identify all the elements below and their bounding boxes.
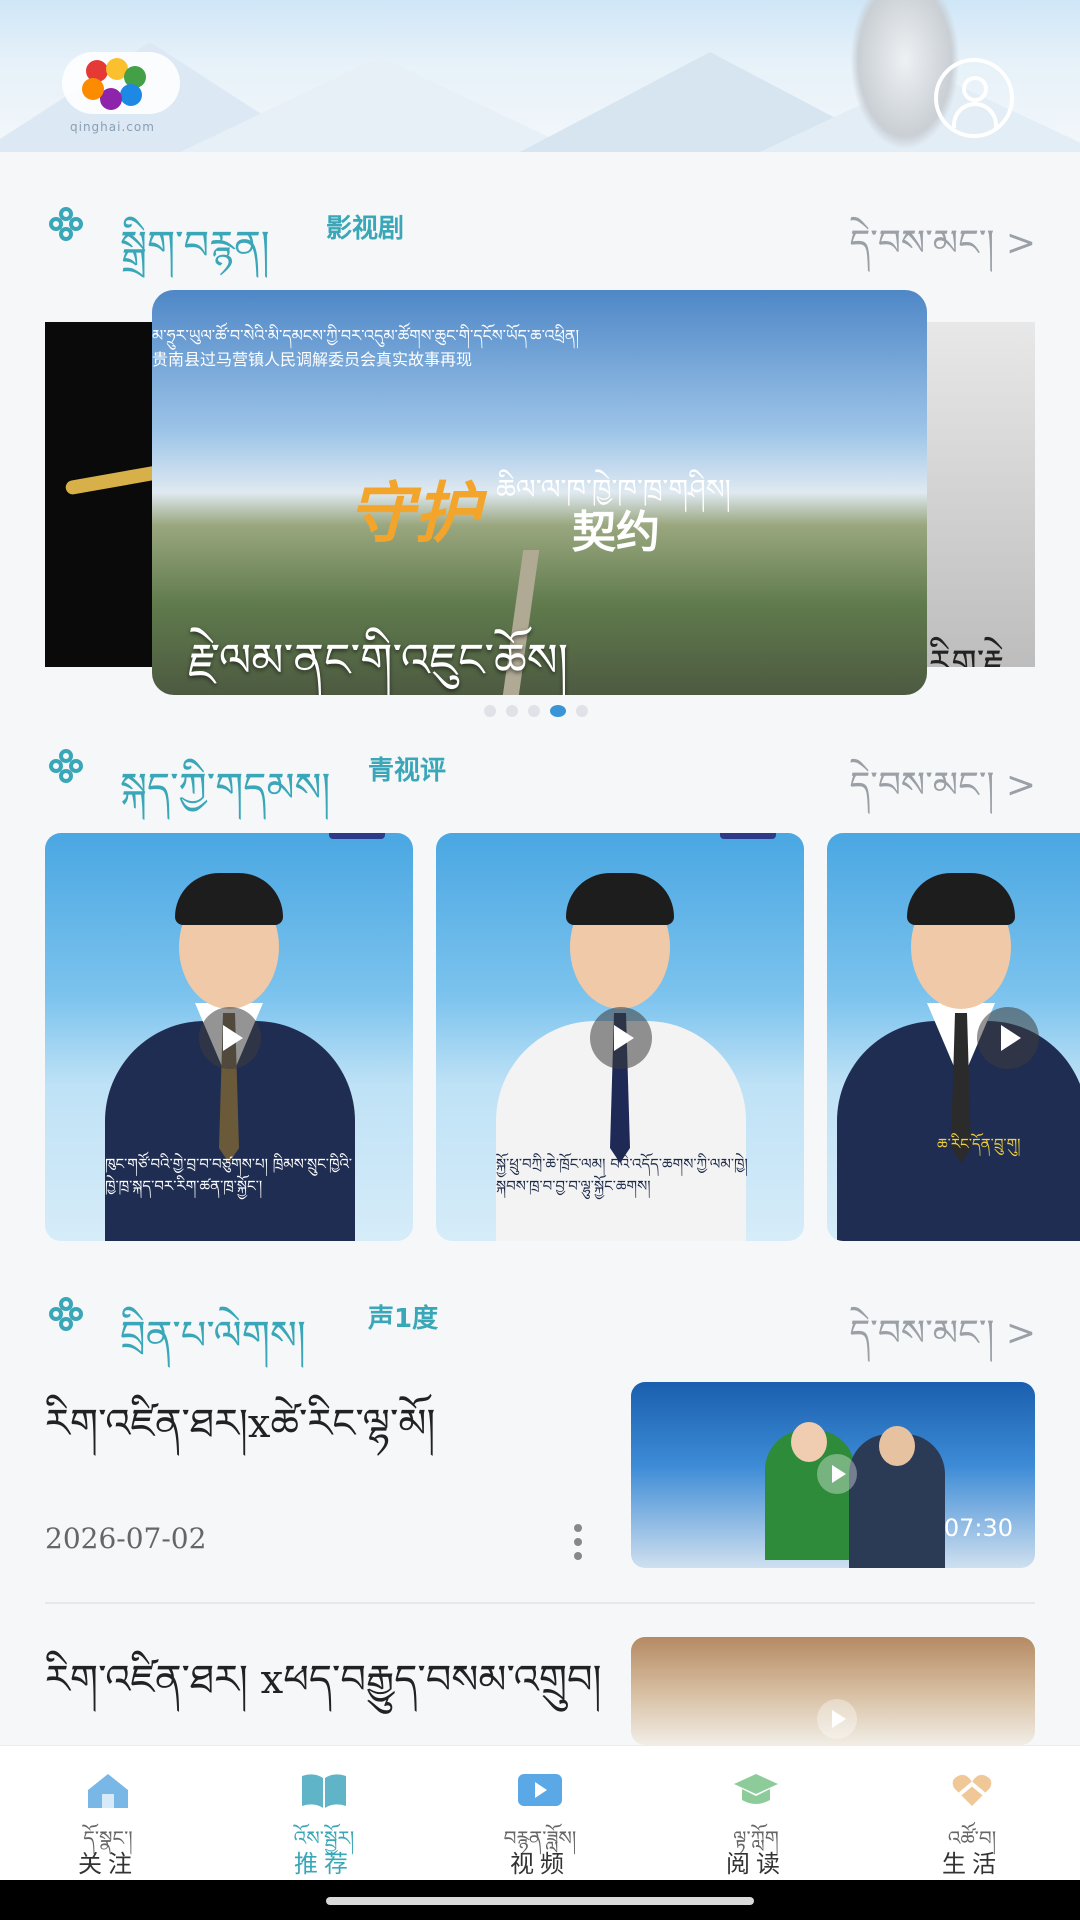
guest-head	[879, 1426, 915, 1466]
card-badge	[329, 833, 385, 839]
knot-icon	[49, 207, 83, 241]
slide-caption: རྗེ་ལམ་ནང་གི་འཇུང་ཆོས།	[188, 633, 569, 687]
heart-hands-icon	[952, 1774, 992, 1806]
carousel-dot[interactable]	[506, 705, 518, 717]
nav-label-chinese: 阅读	[726, 1850, 786, 1878]
section-header-voice: བྲིན་པ་ལེགས། 声1度 དེ་བས་མང་། >	[0, 1282, 1080, 1359]
news-date: 2026-07-02	[45, 1522, 207, 1555]
brush-stroke	[64, 462, 155, 496]
carousel-prev-slide[interactable]	[45, 322, 155, 667]
section-title-chinese: 声1度	[368, 1304, 439, 1334]
more-link[interactable]: དེ་བས་མང་། >	[849, 202, 1036, 304]
more-link[interactable]: དེ་བས་མང་། >	[849, 744, 1036, 846]
section-title-chinese: 青视评	[368, 756, 447, 786]
news-title[interactable]: རིག་འཛིན་ཐར། xཕད་བརྒྱུད་བསམ་འགྲུབ།	[45, 1634, 602, 1747]
logo-petal	[120, 84, 142, 106]
nav-video[interactable]: བརྙན་ཟློས། 视频	[432, 1746, 648, 1881]
carousel-dot-active[interactable]	[550, 705, 566, 717]
video-subtitle: ཆ་རིང་དོན་བྲུ་གུ།	[937, 1135, 1021, 1153]
section-header-film: སྒྲིག་བརྙན། 影视剧 དེ་བས་མང་། >	[0, 192, 1080, 269]
presenter-hair	[566, 873, 674, 925]
list-divider	[45, 1602, 1035, 1604]
presenter-hair	[907, 873, 1015, 925]
carousel-dot[interactable]	[576, 705, 588, 717]
section-header-review: སྐད་ཀྱི་གདམས། 青视评 དེ་བས་མང་། >	[0, 734, 1080, 811]
play-icon[interactable]	[817, 1699, 857, 1739]
play-icon[interactable]	[199, 1007, 261, 1069]
news-thumbnail[interactable]: 07:30	[631, 1382, 1035, 1568]
book-open-icon	[302, 1774, 346, 1808]
carousel-next-slide[interactable]: རིག་རྗེ	[925, 322, 1035, 667]
avatar-head	[962, 76, 988, 102]
logo-petal	[82, 78, 104, 100]
user-circle-icon[interactable]	[934, 58, 1014, 138]
carousel-dot[interactable]	[528, 705, 540, 717]
slide-title-gold: 守护	[348, 475, 480, 552]
video-card[interactable]: ཆ་རིང་དོན་བྲུ་གུ།	[827, 833, 1080, 1241]
carousel-dot[interactable]	[484, 705, 496, 717]
nav-life[interactable]: འཚོ་བ། 生活	[864, 1746, 1080, 1881]
home-indicator[interactable]	[326, 1897, 754, 1905]
carousel-active-slide[interactable]: མ་ཧྲུར་ཡུལ་ཚོ་བ་སེའི་མི་དམངས་ཀྱི་བར་འདུམ…	[152, 290, 927, 695]
bottom-navigation: དོ་སྣང་། 关注 འོས་སྦྱོར། 推荐 བརྙན་ཟློས། 视频 …	[0, 1745, 1080, 1880]
knot-icon	[49, 1297, 83, 1331]
nav-follow[interactable]: དོ་སྣང་། 关注	[0, 1746, 216, 1881]
nav-label-chinese: 视频	[510, 1850, 570, 1878]
slide-title-chinese: 契约	[572, 507, 660, 558]
presenter-head	[791, 1422, 827, 1462]
video-subtitle: སྐྱོ་ཕྲུ་བཀྲི་ཆེ་ཁྲོང་ལམ། བའི་འདོད་ཆགས་ཀ…	[496, 1155, 748, 1195]
news-title[interactable]: རིག་འཛིན་ཐར།xཚེ་རིང་ལྷ་མོ།	[45, 1378, 435, 1491]
video-card[interactable]: ཁུང་གཙོ་བའི་གྱེ་བྲ་བ་བཙུགས་པ། ཁྲིམས་སྲུང…	[45, 833, 413, 1241]
slide-ribbon-chinese: 贵南县过马营镇人民调解委员会真实故事再现	[152, 350, 473, 369]
film-carousel[interactable]: རིག་རྗེ མ་ཧྲུར་ཡུལ་ཚོ་བ་སེའི་མི་དམངས་ཀྱི…	[0, 290, 1080, 717]
avatar-body	[952, 102, 998, 128]
nav-label-chinese: 生活	[942, 1850, 1002, 1878]
more-link[interactable]: དེ་བས་མང་། >	[849, 1292, 1036, 1394]
presenter-hair	[175, 873, 283, 925]
slide-caption: རིག་རྗེ	[929, 643, 1005, 667]
more-vertical-icon[interactable]	[572, 1522, 584, 1566]
play-icon[interactable]	[977, 1007, 1039, 1069]
video-subtitle: ཁུང་གཙོ་བའི་གྱེ་བྲ་བ་བཙུགས་པ། ཁྲིམས་སྲུང…	[105, 1155, 353, 1195]
logo-text: qinghai.com	[70, 120, 155, 134]
header-banner: qinghai.com	[0, 0, 1080, 152]
video-duration: 07:30	[943, 1514, 1013, 1542]
section-title-chinese: 影视剧	[326, 214, 405, 244]
carousel-dots	[484, 705, 588, 717]
knot-icon	[49, 749, 83, 783]
play-icon[interactable]	[817, 1454, 857, 1494]
card-badge	[720, 833, 776, 839]
app-logo[interactable]	[62, 52, 180, 114]
nav-label-chinese: 关注	[78, 1850, 138, 1878]
nav-label-chinese: 推荐	[294, 1850, 354, 1878]
play-icon[interactable]	[590, 1007, 652, 1069]
news-thumbnail[interactable]	[631, 1637, 1035, 1745]
graduation-cap-icon	[734, 1774, 778, 1804]
home-icon	[88, 1774, 128, 1808]
play-screen-icon	[518, 1774, 562, 1806]
nav-read[interactable]: ལྟ་ཀློག 阅读	[648, 1746, 864, 1881]
video-card[interactable]: སྐྱོ་ཕྲུ་བཀྲི་ཆེ་ཁྲོང་ལམ། བའི་འདོད་ཆགས་ཀ…	[436, 833, 804, 1241]
nav-recommend[interactable]: འོས་སྦྱོར། 推荐	[216, 1746, 432, 1881]
